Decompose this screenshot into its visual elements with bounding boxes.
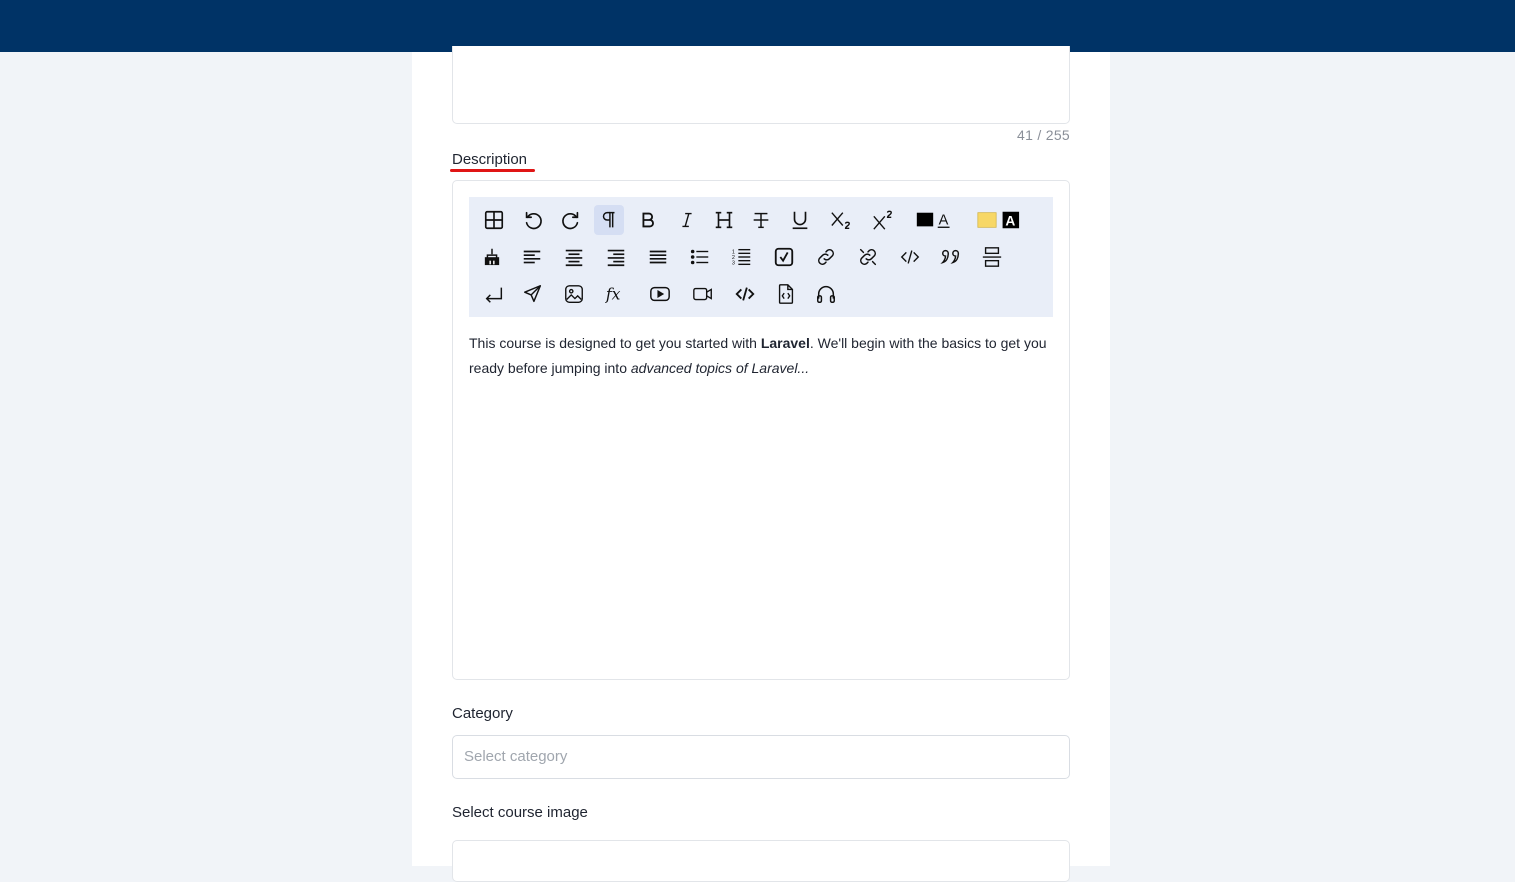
course-image-dropzone[interactable] [452, 840, 1070, 882]
table-icon [484, 210, 504, 230]
bullet-list-button[interactable] [685, 242, 715, 272]
course-image-label: Select course image [452, 804, 588, 821]
headphones-icon [817, 286, 835, 303]
title-char-counter: 41 / 255 [1017, 127, 1070, 143]
table-button[interactable] [479, 205, 509, 235]
ordered-list-button[interactable]: 123 [727, 242, 757, 272]
svg-text:fx: fx [605, 286, 621, 304]
heading-icon [715, 211, 733, 229]
background-color-icon: A [977, 211, 1020, 229]
horizontal-rule-button[interactable] [977, 242, 1007, 272]
description-italic-text: advanced topics of Laravel... [630, 360, 810, 376]
font-color-icon: A [916, 213, 950, 229]
superscript-icon [873, 210, 892, 230]
underline-icon [792, 211, 808, 230]
align-justify-icon [649, 250, 667, 264]
formula-icon: fx [605, 286, 621, 304]
align-right-icon [607, 249, 625, 267]
ordered-list-icon: 123 [732, 248, 751, 266]
link-icon [818, 249, 834, 265]
code-button[interactable] [895, 242, 925, 272]
strikethrough-icon [753, 212, 769, 229]
subscript-icon [831, 212, 850, 229]
svg-text:A: A [1005, 214, 1015, 229]
formula-button[interactable]: fx [601, 279, 631, 309]
rich-text-editor: A A 1 2 3 fx This course is designed to … [452, 180, 1070, 680]
image-icon [565, 285, 583, 303]
align-right-button[interactable] [601, 242, 631, 272]
svg-text:A: A [939, 213, 949, 229]
top-navbar [0, 0, 1515, 52]
enter-key-icon [485, 287, 503, 303]
category-select[interactable]: Select category [452, 735, 1070, 779]
undo-icon [525, 211, 542, 230]
youtube-icon [650, 286, 670, 302]
align-left-icon [523, 250, 541, 264]
unlink-button[interactable] [853, 242, 883, 272]
code-icon [900, 250, 920, 264]
description-underline [450, 169, 535, 172]
italic-button[interactable] [672, 205, 702, 235]
undo-button[interactable] [518, 205, 548, 235]
bold-icon [642, 212, 654, 228]
editor-content[interactable]: This course is designed to get you start… [469, 331, 1053, 381]
send-button[interactable] [518, 279, 548, 309]
embed-button[interactable] [771, 279, 801, 309]
file-code-icon [778, 284, 794, 304]
align-center-icon [565, 249, 583, 267]
align-justify-button[interactable] [643, 242, 673, 272]
paper-plane-icon [524, 285, 542, 303]
bullet-list-icon [690, 249, 709, 265]
youtube-button[interactable] [645, 279, 675, 309]
audio-button[interactable] [811, 279, 841, 309]
toolbar-row-1: A A [469, 201, 1053, 237]
form-panel: 41 / 255 Description A A 1 2 3 fx This c… [412, 46, 1110, 882]
paragraph-icon [602, 211, 615, 228]
code-block-button[interactable] [730, 279, 760, 309]
toolbar-row-2: 123 [469, 238, 1053, 274]
align-center-button[interactable] [559, 242, 589, 272]
description-label: Description [452, 151, 528, 168]
italic-icon [682, 212, 692, 228]
quote-icon [940, 249, 960, 264]
redo-icon [562, 211, 579, 230]
underline-button[interactable] [785, 205, 815, 235]
heading-button[interactable] [709, 205, 739, 235]
category-placeholder: Select category [464, 748, 568, 765]
title-textarea[interactable] [452, 46, 1070, 124]
subscript-button[interactable] [826, 205, 856, 235]
toolbar-row-3: fx [469, 275, 1053, 311]
clear-format-button[interactable] [477, 242, 507, 272]
svg-text:3: 3 [732, 260, 735, 266]
description-bold-text: Laravel [760, 335, 810, 351]
blockquote-button[interactable] [936, 242, 966, 272]
video-camera-icon [693, 287, 712, 301]
superscript-button[interactable] [868, 205, 898, 235]
strikethrough-button[interactable] [746, 205, 776, 235]
description-text: This course is designed to get you start… [469, 335, 761, 351]
code-block-icon [735, 287, 755, 301]
checklist-button[interactable] [769, 242, 799, 272]
align-left-button[interactable] [517, 242, 547, 272]
bold-button[interactable] [633, 205, 663, 235]
image-button[interactable] [559, 279, 589, 309]
video-button[interactable] [688, 279, 718, 309]
link-button[interactable] [811, 242, 841, 272]
category-label: Category [452, 705, 513, 722]
page-break-icon [982, 247, 1002, 267]
editor-toolbar: A A 1 2 3 fx [469, 197, 1053, 317]
redo-button[interactable] [556, 205, 586, 235]
background-color-button[interactable]: A [975, 205, 1021, 235]
clear-format-icon [484, 248, 500, 266]
hard-break-button[interactable] [479, 279, 509, 309]
paragraph-button[interactable] [594, 205, 624, 235]
checkbox-icon [774, 247, 794, 267]
font-color-button[interactable]: A [913, 205, 957, 235]
unlink-icon [859, 248, 877, 266]
